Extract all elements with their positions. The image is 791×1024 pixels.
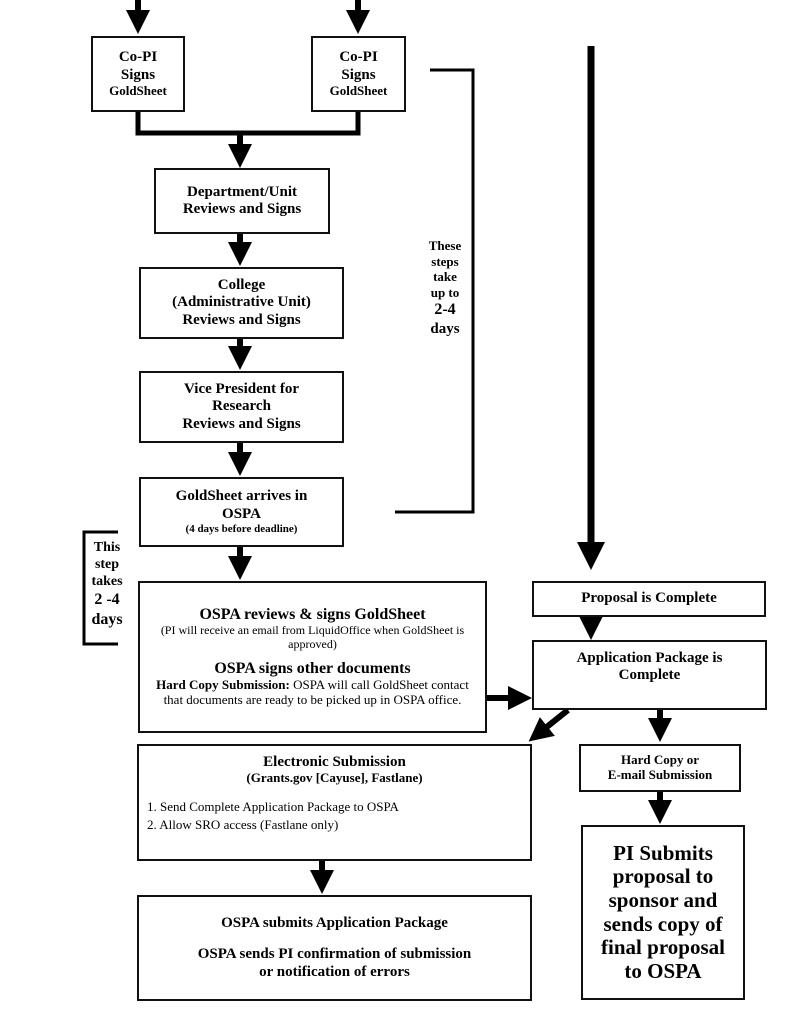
node-text: sponsor and — [608, 887, 718, 912]
node-text: proposal to — [612, 864, 714, 889]
node-text: Application Package is — [576, 650, 723, 666]
step-item: 2. Allow SRO access (Fastlane only) — [147, 816, 339, 832]
node-title: OSPA reviews & signs GoldSheet — [199, 605, 426, 623]
hard-copy-label: Hard Copy Submission: — [156, 677, 290, 693]
electronic-submission-node: Electronic Submission (Grants.gov [Cayus… — [137, 744, 532, 861]
node-text: Signs — [120, 66, 156, 83]
node-text: E-mail Submission — [607, 767, 713, 782]
node-subtitle: (Grants.gov [Cayuse], Fastlane) — [246, 770, 423, 786]
node-text: OSPA submits Application Package — [221, 915, 448, 932]
node-text: to OSPA — [624, 958, 702, 983]
node-text: GoldSheet arrives in — [175, 488, 308, 505]
node-text: Proposal is Complete — [581, 590, 717, 607]
step-duration-note: This step takes 2 -4 days — [86, 540, 128, 629]
node-text: (Administrative Unit) — [172, 294, 311, 311]
node-text: or notification of errors — [259, 963, 410, 980]
note-text: 2-4 — [434, 301, 456, 319]
node-text: Hard Copy or — [621, 752, 699, 768]
node-text: Signs — [341, 66, 376, 83]
vpr-node: Vice President for Research Reviews and … — [139, 371, 344, 443]
arrow-diagonal-to-electronic — [528, 707, 570, 742]
pi-submits-node: PI Submits proposal to sponsor and sends… — [581, 825, 745, 1000]
node-title: Electronic Submission — [263, 754, 406, 770]
copi-left-node: Co-PI Signs GoldSheet — [91, 36, 185, 112]
note-text: step — [94, 556, 120, 572]
app-package-complete-node: Application Package is Complete — [532, 640, 767, 710]
node-text: final proposal — [601, 935, 725, 960]
merge-connector — [135, 111, 361, 136]
note-text: take — [433, 269, 457, 285]
hard-copy-email-node: Hard Copy or E-mail Submission — [579, 744, 741, 792]
node-text: Co-PI — [339, 49, 378, 66]
college-node: College (Administrative Unit) Reviews an… — [139, 267, 344, 339]
node-text: GoldSheet — [329, 82, 388, 98]
node-text: PI Submits — [613, 840, 713, 865]
node-text: sends copy of — [603, 911, 723, 936]
department-node: Department/Unit Reviews and Signs — [154, 168, 330, 234]
steps-duration-note: These steps take up to 2-4 days — [418, 238, 472, 338]
node-text: College — [217, 277, 266, 294]
ospa-reviews-node: OSPA reviews & signs GoldSheet (PI will … — [138, 581, 487, 733]
note-text: takes — [91, 573, 123, 589]
copi-right-node: Co-PI Signs GoldSheet — [311, 36, 406, 112]
node-text: Research — [212, 398, 271, 415]
node-text: Reviews and Signs — [182, 201, 302, 217]
note-text: These — [428, 238, 462, 253]
note-text: 2 -4 — [94, 591, 120, 609]
node-text: Reviews and Signs — [182, 415, 301, 432]
node-text: Reviews and Signs — [182, 311, 301, 328]
node-text: Vice President for — [184, 381, 299, 398]
node-text: Complete — [618, 667, 681, 684]
node-text: GoldSheet — [109, 82, 167, 98]
node-text: Department/Unit — [187, 183, 297, 200]
step-item: 1. Send Complete Application Package to … — [147, 799, 399, 815]
node-text: Co-PI — [118, 49, 158, 66]
node-subtitle: (PI will receive an email from LiquidOff… — [160, 623, 465, 652]
node-title: OSPA signs other documents — [214, 659, 411, 677]
note-text: steps — [431, 253, 459, 269]
note-text: up to — [430, 284, 460, 300]
proposal-complete-node: Proposal is Complete — [532, 581, 766, 617]
note-text: days — [430, 320, 460, 337]
node-text: OSPA sends PI confirmation of submission — [197, 946, 472, 963]
node-text: OSPA — [222, 505, 261, 522]
node-text: (4 days before deadline) — [185, 522, 298, 535]
note-text: days — [91, 610, 123, 628]
goldsheet-arrives-node: GoldSheet arrives in OSPA (4 days before… — [139, 477, 344, 547]
note-text: This — [93, 540, 121, 555]
ospa-submits-node: OSPA submits Application Package OSPA se… — [137, 895, 532, 1001]
